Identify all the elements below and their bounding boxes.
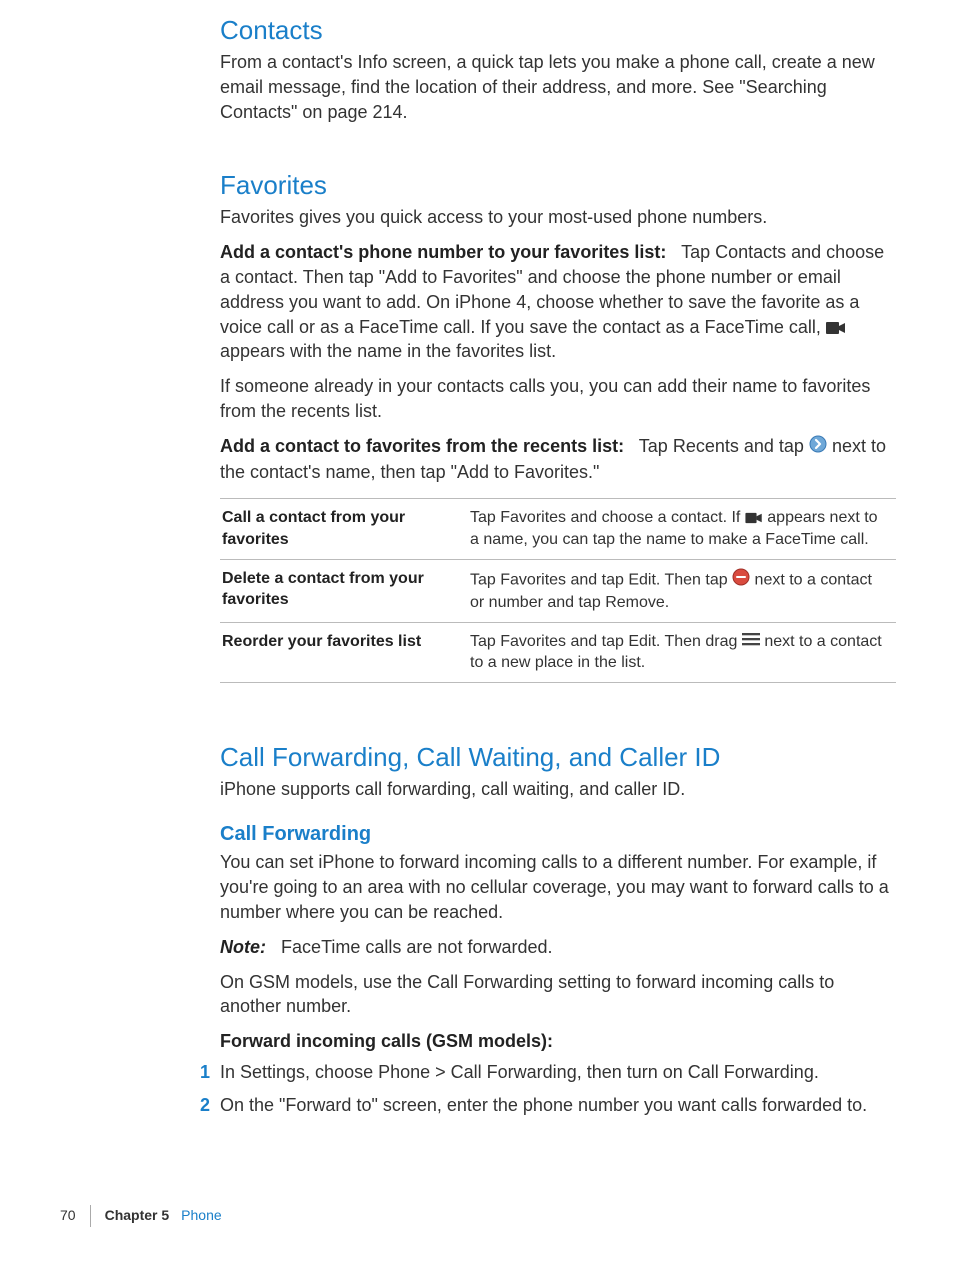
list-item: 2 On the "Forward to" screen, enter the p…: [200, 1093, 896, 1118]
favorites-add-body-b: appears with the name in the favorites l…: [220, 341, 556, 361]
reorder-drag-icon: [742, 631, 760, 653]
contacts-body: From a contact's Info screen, a quick ta…: [220, 50, 896, 124]
camera-icon: [745, 512, 763, 524]
delete-minus-icon: [732, 568, 750, 593]
table-row: Reorder your favorites list Tap Favorite…: [220, 622, 896, 682]
callfwd-note: Note: FaceTime calls are not forwarded.: [220, 935, 896, 960]
page-number: 70: [60, 1206, 76, 1226]
favorites-recents-label: Add a contact to favorites from the rece…: [220, 436, 624, 456]
table-text: Tap Favorites and tap Edit. Then tap: [470, 571, 732, 588]
favorites-recents-intro: If someone already in your contacts call…: [220, 374, 896, 424]
table-right: Tap Favorites and tap Edit. Then drag ne…: [468, 622, 896, 682]
list-item: 1 In Settings, choose Phone > Call Forwar…: [200, 1060, 896, 1085]
table-text: Tap Favorites and choose a contact. If: [470, 509, 745, 526]
detail-disclosure-icon: [809, 435, 827, 460]
step-text: In Settings, choose Phone > Call Forward…: [220, 1062, 819, 1082]
footer-divider: [90, 1205, 91, 1227]
page-footer: 70 Chapter 5 Phone: [60, 1205, 222, 1227]
steps-heading: Forward incoming calls (GSM models):: [220, 1029, 896, 1054]
section-callfwd: Call Forwarding, Call Waiting, and Calle…: [220, 739, 896, 1118]
table-right: Tap Favorites and tap Edit. Then tap nex…: [468, 559, 896, 622]
favorites-add-block: Add a contact's phone number to your fav…: [220, 240, 896, 364]
steps-list: 1 In Settings, choose Phone > Call Forwar…: [200, 1060, 896, 1118]
section-contacts: Contacts From a contact's Info screen, a…: [220, 12, 896, 125]
table-row: Delete a contact from your favorites Tap…: [220, 559, 896, 622]
heading-favorites: Favorites: [220, 167, 896, 203]
table-left: Reorder your favorites list: [220, 622, 468, 682]
step-number: 2: [200, 1093, 210, 1118]
step-number: 1: [200, 1060, 210, 1085]
favorites-table: Call a contact from your favorites Tap F…: [220, 498, 896, 683]
callfwd-intro: iPhone supports call forwarding, call wa…: [220, 777, 896, 802]
note-body: FaceTime calls are not forwarded.: [281, 937, 552, 957]
section-favorites: Favorites Favorites gives you quick acce…: [220, 167, 896, 683]
favorites-add-label: Add a contact's phone number to your fav…: [220, 242, 666, 262]
step-text: On the "Forward to" screen, enter the ph…: [220, 1095, 867, 1115]
steps-heading-text: Forward incoming calls (GSM models):: [220, 1031, 553, 1051]
table-text: Tap Favorites and tap Edit. Then drag: [470, 633, 742, 650]
heading-contacts: Contacts: [220, 12, 896, 48]
heading-callfwd: Call Forwarding, Call Waiting, and Calle…: [220, 739, 896, 775]
callfwd-body2: On GSM models, use the Call Forwarding s…: [220, 970, 896, 1020]
subheading-callfwd: Call Forwarding: [220, 820, 896, 848]
table-left: Call a contact from your favorites: [220, 499, 468, 559]
table-right: Tap Favorites and choose a contact. If a…: [468, 499, 896, 559]
note-label: Note:: [220, 937, 266, 957]
camera-icon: [826, 321, 846, 335]
favorites-intro: Favorites gives you quick access to your…: [220, 205, 896, 230]
table-row: Call a contact from your favorites Tap F…: [220, 499, 896, 559]
table-left: Delete a contact from your favorites: [220, 559, 468, 622]
favorites-recents-block: Add a contact to favorites from the rece…: [220, 434, 896, 484]
chapter-name: Phone: [181, 1206, 221, 1226]
callfwd-body1: You can set iPhone to forward incoming c…: [220, 850, 896, 924]
favorites-recents-body-a: Tap Recents and tap: [639, 436, 809, 456]
chapter-label: Chapter 5: [105, 1206, 170, 1226]
